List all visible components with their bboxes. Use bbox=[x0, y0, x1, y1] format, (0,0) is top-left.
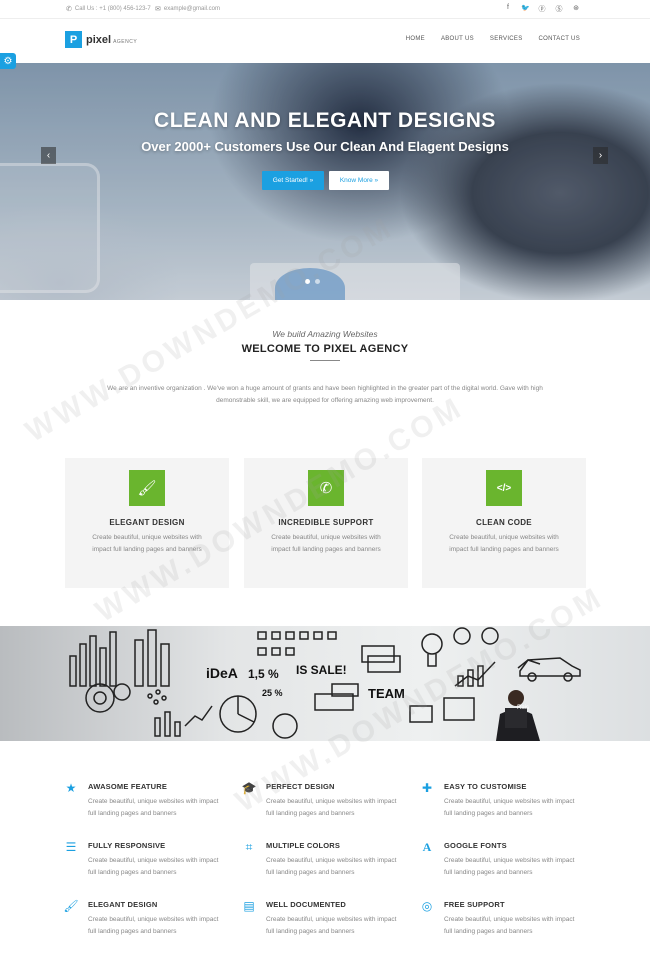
doodle-banner: iDeA 1,5 % IS SALE! TEAM 25 % Rais bbox=[0, 626, 650, 741]
doodle-text: Rais bbox=[517, 705, 529, 711]
doodle-text: 1,5 % bbox=[248, 667, 279, 681]
get-started-button[interactable]: Get Started! » bbox=[262, 171, 324, 190]
service-text: Create beautiful, unique websites with i… bbox=[92, 534, 202, 553]
doodle-text: 25 % bbox=[262, 688, 283, 698]
feature-text: Create beautiful, unique websites with i… bbox=[444, 916, 575, 935]
feature-text: Create beautiful, unique websites with i… bbox=[266, 857, 397, 876]
hero-slider: CLEAN AND ELEGANT DESIGNS Over 2000+ Cus… bbox=[0, 63, 650, 300]
feature-text: Create beautiful, unique websites with i… bbox=[88, 857, 219, 876]
feature-item: 🎓 PERFECT DESIGN Create beautiful, uniqu… bbox=[242, 780, 402, 830]
slider-dot[interactable] bbox=[315, 279, 320, 284]
feature-item: 🖌 ELEGANT DESIGN Create beautiful, uniqu… bbox=[63, 898, 224, 948]
feature-item: ☰ FULLY RESPONSIVE Create beautiful, uni… bbox=[64, 839, 224, 889]
slider-prev-arrow-icon[interactable]: ‹ bbox=[41, 147, 56, 164]
slider-next-arrow-icon[interactable]: › bbox=[593, 147, 608, 164]
feature-item: ★ AWASOME FEATURE Create beautiful, uniq… bbox=[64, 780, 224, 830]
feature-title: ELEGANT DESIGN bbox=[88, 900, 158, 909]
feature-item: A GOOGLE FONTS Create beautiful, unique … bbox=[420, 839, 580, 889]
top-bar: ✆ Call Us : +1 (800) 456-123-7 ✉ example… bbox=[0, 0, 650, 19]
feature-title: PERFECT DESIGN bbox=[266, 782, 335, 791]
feature-text: Create beautiful, unique websites with i… bbox=[88, 916, 219, 935]
welcome-text: We are an inventive organization . We've… bbox=[107, 385, 543, 404]
brush-icon: 🖌 bbox=[63, 899, 79, 913]
know-more-button[interactable]: Know More » bbox=[329, 171, 389, 190]
font-icon: A bbox=[422, 839, 432, 854]
feature-title: FREE SUPPORT bbox=[444, 900, 505, 909]
welcome-title: WELCOME TO PIXEL AGENCY bbox=[241, 343, 409, 355]
puzzle-icon: ✚ bbox=[421, 781, 433, 795]
service-text: Create beautiful, unique websites with i… bbox=[449, 534, 559, 553]
email-contact[interactable]: ✉ example@gmail.com bbox=[155, 5, 220, 13]
service-title: CLEAN CODE bbox=[476, 518, 532, 527]
service-box: 🖌 ELEGANT DESIGN Create beautiful, uniqu… bbox=[65, 458, 229, 588]
service-box: </> CLEAN CODE Create beautiful, unique … bbox=[422, 458, 586, 588]
slider-dot[interactable] bbox=[305, 279, 310, 284]
hero-subtitle: Over 2000+ Customers Use Our Clean And E… bbox=[141, 139, 509, 154]
settings-gear-icon[interactable]: ⚙ bbox=[0, 53, 16, 69]
welcome-subtitle: We build Amazing Websites bbox=[272, 329, 378, 339]
nav-item-services[interactable]: SERVICES bbox=[490, 36, 523, 42]
banner-doodles: iDeA 1,5 % IS SALE! TEAM 25 % Rais bbox=[69, 627, 581, 741]
logo-mark: P bbox=[65, 31, 82, 48]
envelope-icon: ✉ bbox=[155, 6, 161, 13]
nav-item-about-us[interactable]: ABOUT US bbox=[441, 36, 474, 42]
logo-word: pixel AGENCY bbox=[86, 33, 138, 46]
feature-text: Create beautiful, unique websites with i… bbox=[444, 857, 575, 876]
graduation-cap-icon: 🎓 bbox=[241, 781, 257, 795]
phone-contact: ✆ Call Us : +1 (800) 456-123-7 bbox=[66, 5, 151, 13]
doodle-text: IS SALE! bbox=[296, 663, 347, 677]
phone-icon: ✆ bbox=[308, 470, 344, 506]
feature-title: WELL DOCUMENTED bbox=[266, 900, 346, 909]
service-text: Create beautiful, unique websites with i… bbox=[271, 534, 381, 553]
feature-item: ▤ WELL DOCUMENTED Create beautiful, uniq… bbox=[242, 898, 402, 948]
feature-text: Create beautiful, unique websites with i… bbox=[266, 916, 397, 935]
vector-icon: ⌗ bbox=[245, 839, 253, 854]
main-nav: P pixel AGENCY HOME ABOUT US SERVICES CON… bbox=[0, 19, 650, 63]
star-icon: ★ bbox=[65, 781, 77, 795]
doodle-text: TEAM bbox=[368, 686, 405, 701]
brush-icon: 🖌 bbox=[129, 470, 165, 506]
feature-title: AWASOME FEATURE bbox=[88, 782, 168, 791]
code-icon: </> bbox=[486, 470, 522, 506]
service-title: INCREDIBLE SUPPORT bbox=[278, 518, 374, 527]
feature-title: MULTIPLE COLORS bbox=[266, 841, 341, 850]
twitter-icon[interactable]: 🐦 bbox=[521, 4, 530, 14]
service-title: ELEGANT DESIGN bbox=[109, 518, 185, 527]
feature-text: Create beautiful, unique websites with i… bbox=[266, 798, 397, 817]
feature-item: ⌗ MULTIPLE COLORS Create beautiful, uniq… bbox=[242, 839, 402, 889]
feature-item: ◎ FREE SUPPORT Create beautiful, unique … bbox=[420, 898, 580, 948]
dribbble-icon[interactable]: ⊛ bbox=[572, 4, 580, 14]
feature-text: Create beautiful, unique websites with i… bbox=[444, 798, 575, 817]
document-icon: ▤ bbox=[243, 899, 255, 913]
nav-menu: HOME ABOUT US SERVICES CONTACT US bbox=[406, 36, 580, 42]
phone-text: Call Us : +1 (800) 456-123-7 bbox=[74, 6, 151, 12]
feature-title: FULLY RESPONSIVE bbox=[88, 841, 166, 850]
social-links: f 🐦 ⓟ Ⓢ ⊛ bbox=[504, 4, 580, 14]
slider-dots bbox=[305, 279, 320, 284]
pinterest-icon[interactable]: ⓟ bbox=[538, 4, 546, 14]
email-text: example@gmail.com bbox=[163, 6, 220, 12]
feature-item: ✚ EASY TO CUSTOMISE Create beautiful, un… bbox=[420, 780, 580, 830]
title-divider bbox=[310, 360, 340, 361]
facebook-icon[interactable]: f bbox=[504, 4, 512, 14]
feature-title: GOOGLE FONTS bbox=[444, 841, 507, 850]
phone-icon: ✆ bbox=[66, 6, 72, 13]
nav-item-home[interactable]: HOME bbox=[406, 36, 425, 42]
hero-title: CLEAN AND ELEGANT DESIGNS bbox=[154, 109, 496, 132]
skype-icon[interactable]: Ⓢ bbox=[555, 4, 563, 14]
lifebuoy-icon: ◎ bbox=[421, 899, 433, 913]
businessman-figure: Rais bbox=[496, 690, 540, 741]
feature-text: Create beautiful, unique websites with i… bbox=[88, 798, 219, 817]
logo[interactable]: P pixel AGENCY bbox=[65, 31, 137, 48]
service-box: ✆ INCREDIBLE SUPPORT Create beautiful, u… bbox=[244, 458, 408, 588]
doodle-text: iDeA bbox=[206, 665, 238, 681]
nav-item-contact-us[interactable]: CONTACT US bbox=[539, 36, 580, 42]
feature-title: EASY TO CUSTOMISE bbox=[444, 782, 527, 791]
menu-bars-icon: ☰ bbox=[65, 840, 77, 854]
